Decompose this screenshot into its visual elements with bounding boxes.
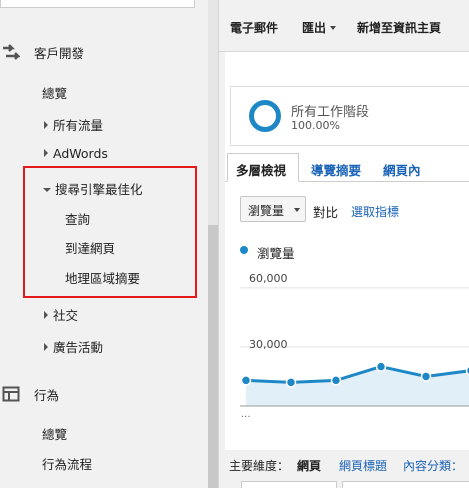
y-tick-label: 30,000 <box>249 338 288 351</box>
sidebar-section-label: 客戶開發 <box>34 45 85 61</box>
expand-arrow-icon <box>44 149 48 157</box>
sidebar-item-adwords[interactable]: AdWords <box>44 146 108 161</box>
chevron-down-icon <box>294 208 300 212</box>
metric-select-value: 瀏覽量 <box>248 204 285 218</box>
segment-percent: 100.00% <box>291 119 340 132</box>
chart-ellipsis: ... <box>241 409 251 420</box>
sidebar-item-acq-overview[interactable]: 總覽 <box>42 83 67 102</box>
data-point[interactable] <box>375 361 387 372</box>
expand-arrow-icon <box>44 121 48 129</box>
table-control-box[interactable] <box>342 481 469 488</box>
dimension-page[interactable]: 網頁 <box>297 457 321 474</box>
data-point[interactable] <box>240 375 252 386</box>
expand-arrow-icon <box>44 343 48 351</box>
y-tick-label: 60,000 <box>249 272 288 285</box>
sidebar-search-box[interactable] <box>0 0 195 8</box>
dimension-content-grouping[interactable]: 內容分類： <box>403 457 463 474</box>
sidebar-section-label: 行為 <box>34 387 60 403</box>
vs-label: 對比 <box>313 205 339 220</box>
segment-ring-icon <box>249 100 281 132</box>
sidebar-item-social[interactable]: 社交 <box>44 305 78 324</box>
data-point[interactable] <box>285 377 297 388</box>
chevron-down-icon <box>330 26 337 30</box>
legend-label: 瀏覽量 <box>257 246 295 261</box>
email-button[interactable]: 電子郵件 <box>230 19 278 36</box>
sidebar-item-label: 社交 <box>53 308 79 323</box>
sidebar-item-label: AdWords <box>53 146 108 161</box>
sidebar-item-behavior-overview[interactable]: 總覽 <box>42 424 67 443</box>
acquisition-arrows-icon <box>3 44 20 60</box>
sidebar-item-label: 所有流量 <box>53 118 104 133</box>
sidebar-section-acquisition[interactable]: 客戶開發 <box>0 38 84 66</box>
primary-dimension-label: 主要維度： <box>229 459 290 473</box>
add-to-dashboard-button[interactable]: 新增至資訊主頁 <box>357 19 441 36</box>
sidebar-scrollbar-thumb[interactable] <box>208 225 218 488</box>
dimension-page-title[interactable]: 網頁標題 <box>339 457 387 474</box>
sidebar-item-campaigns[interactable]: 廣告活動 <box>44 337 103 356</box>
sidebar-item-label: 廣告活動 <box>53 340 104 355</box>
export-label: 匯出 <box>302 21 327 35</box>
seo-highlight-box <box>23 166 197 298</box>
sidebar-section-behavior[interactable]: 行為 <box>0 380 59 408</box>
metric-select[interactable]: 瀏覽量 <box>240 196 306 222</box>
tab-in-page[interactable]: 網頁內 <box>383 160 421 179</box>
sidebar-item-behavior-flow[interactable]: 行為流程 <box>42 454 92 473</box>
select-metric-link[interactable]: 選取指標 <box>351 203 399 220</box>
table-control-box[interactable] <box>241 481 337 488</box>
tab-explorer[interactable]: 多層檢視 <box>236 160 286 179</box>
tab-navigation-summary[interactable]: 導覽摘要 <box>311 160 361 179</box>
legend-dot <box>240 246 248 254</box>
segment-name: 所有工作階段 <box>291 105 370 120</box>
behavior-layout-icon <box>2 386 20 402</box>
data-point[interactable] <box>420 371 432 382</box>
expand-arrow-icon <box>44 311 48 319</box>
data-point[interactable] <box>330 375 342 386</box>
sidebar-item-all-traffic[interactable]: 所有流量 <box>44 115 103 134</box>
export-button[interactable]: 匯出 <box>302 19 337 36</box>
